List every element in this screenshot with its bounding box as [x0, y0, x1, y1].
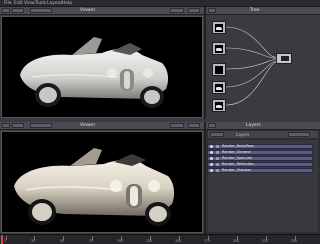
lock-icon[interactable] [216, 157, 219, 160]
top-viewer-toolbar: Viewer [0, 7, 204, 15]
viewer2-channel-select[interactable] [30, 123, 52, 128]
menubar: File Edit View Tools Layout Help [0, 0, 320, 7]
lock-icon[interactable] [216, 145, 219, 148]
layer-menu-button[interactable] [208, 123, 216, 128]
input-node-3[interactable] [212, 63, 226, 76]
node-editor-title: Tree [250, 8, 260, 13]
node-editor-toolbar: Tree [206, 7, 320, 15]
viewer2-settings-button[interactable] [188, 123, 200, 128]
visibility-icon[interactable] [210, 157, 213, 160]
layer-tab-2[interactable] [288, 132, 310, 137]
layer-panel: Layers Layers [204, 122, 320, 234]
layer-label: Render_Specular [222, 156, 253, 160]
tick-label: 100 [117, 239, 124, 243]
tick-label: 50 [60, 239, 65, 243]
menu-edit[interactable]: Edit [14, 0, 23, 7]
top-viewer-title: Viewer [80, 8, 96, 13]
visibility-icon[interactable] [210, 163, 213, 166]
visibility-icon[interactable] [210, 169, 213, 172]
layer-panel-toolbar: Layers [206, 122, 320, 130]
viewer2-options-button[interactable] [170, 123, 184, 128]
layer-tab-1[interactable] [210, 132, 224, 137]
visibility-icon[interactable] [210, 151, 213, 154]
viewer-menu-button[interactable] [2, 8, 10, 13]
layer-panel-title: Layers [246, 123, 261, 128]
menu-file[interactable]: File [4, 0, 12, 7]
tick-label: 1 [4, 239, 7, 243]
bottom-viewer-title: Viewer [80, 123, 96, 128]
layer-label: Render_Reflection [222, 162, 255, 166]
layer-label: Render_Chrome [222, 150, 251, 154]
input-node-2[interactable] [212, 42, 226, 55]
lock-icon[interactable] [216, 151, 219, 154]
lock-icon[interactable] [216, 163, 219, 166]
tick-label: 150 [175, 239, 182, 243]
node-canvas[interactable] [206, 15, 320, 119]
layer-row[interactable]: Render_Shadow [207, 168, 313, 173]
layer-label: Render_Shadow [222, 168, 251, 172]
viewer-zoom-button[interactable] [12, 8, 24, 13]
tick-label: 200 [233, 239, 240, 243]
playhead[interactable] [1, 235, 3, 244]
timeline[interactable]: 1 25 50 75 100 125 150 175 200 225 250 [0, 234, 320, 244]
layer-row[interactable]: Render_BodyPass [207, 144, 313, 149]
tick-label: 125 [146, 239, 153, 243]
viewer2-menu-button[interactable] [2, 123, 10, 128]
tick-label: 175 [204, 239, 211, 243]
layer-label: Render_BodyPass [222, 144, 254, 148]
layer-tab-bar: Layers [208, 131, 318, 138]
input-node-1[interactable] [212, 21, 226, 34]
viewer2-zoom-button[interactable] [12, 123, 24, 128]
output-node[interactable] [276, 53, 292, 64]
visibility-icon[interactable] [210, 145, 213, 148]
car-composited-render [14, 148, 175, 226]
layer-tab-label[interactable]: Layers [236, 131, 249, 138]
menu-view[interactable]: View [24, 0, 35, 7]
node-menu-button[interactable] [208, 8, 216, 13]
viewer-settings-button[interactable] [188, 8, 200, 13]
input-node-4[interactable] [212, 81, 226, 94]
menu-tools[interactable]: Tools [35, 0, 46, 7]
tick-label: 250 [291, 239, 298, 243]
viewer-options-button[interactable] [170, 8, 184, 13]
layer-row[interactable]: Render_Specular [207, 156, 313, 161]
tick-label: 75 [89, 239, 94, 243]
top-viewport[interactable] [1, 16, 203, 118]
lock-icon[interactable] [216, 169, 219, 172]
menu-layout[interactable]: Layout [47, 0, 62, 7]
bottom-viewport[interactable] [1, 131, 203, 233]
layer-row[interactable]: Render_Chrome [207, 150, 313, 155]
tick-label: 25 [31, 239, 36, 243]
tick-label: 225 [262, 239, 269, 243]
bottom-viewer-toolbar: Viewer [0, 122, 204, 130]
layer-row[interactable]: Render_Reflection [207, 162, 313, 167]
menu-help[interactable]: Help [62, 0, 72, 7]
input-node-5[interactable] [212, 99, 226, 112]
car-3d-render [20, 37, 169, 108]
viewer-channel-select[interactable] [30, 8, 52, 13]
